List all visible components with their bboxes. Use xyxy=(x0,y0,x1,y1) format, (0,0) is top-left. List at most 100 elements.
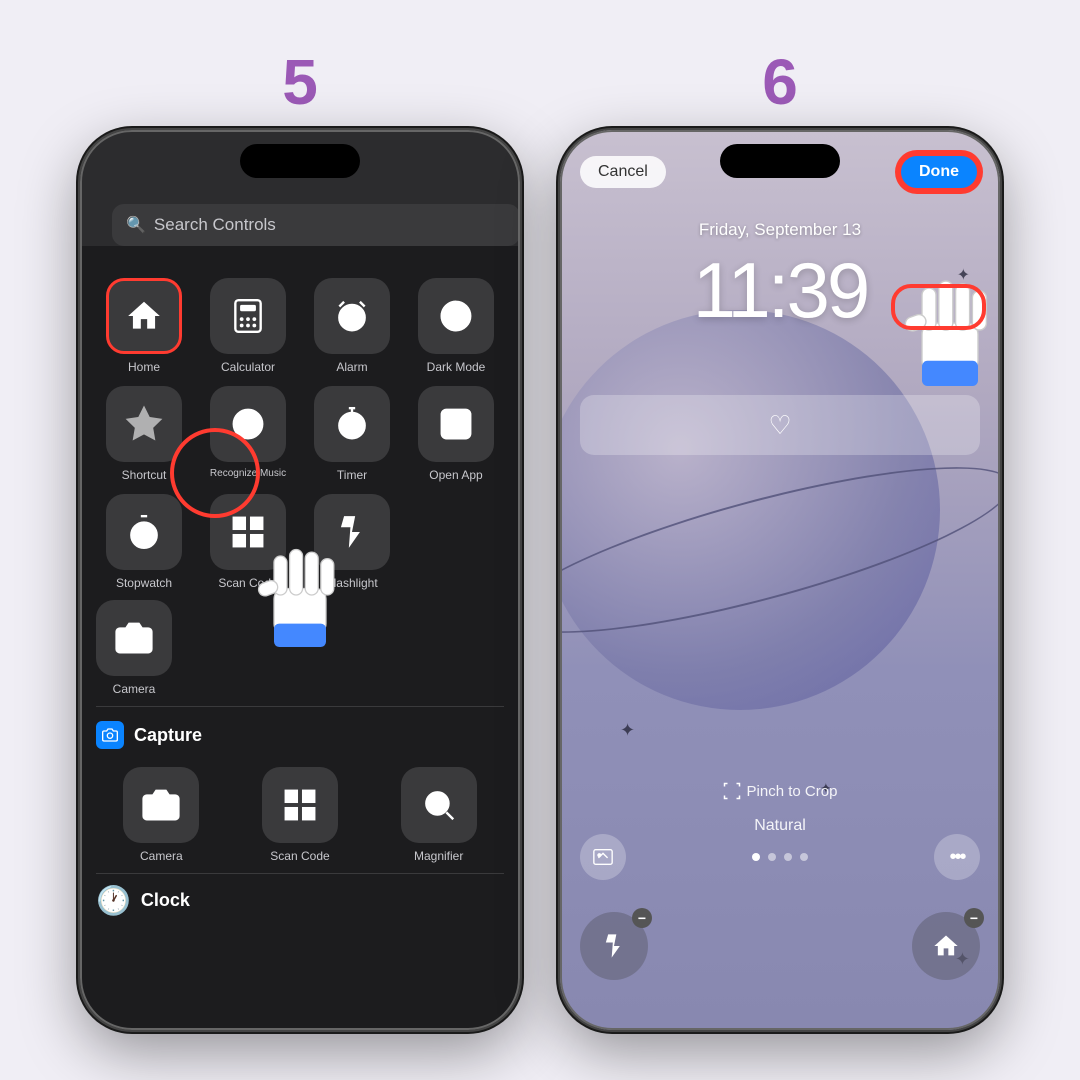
capture-camera[interactable]: Camera xyxy=(96,767,227,863)
scan-icon-wrap xyxy=(210,494,286,570)
control-timer[interactable]: Timer xyxy=(304,386,400,482)
capture-icon xyxy=(102,727,118,743)
home-icon-wrap xyxy=(106,278,182,354)
more-dots-icon: ••• xyxy=(949,846,964,869)
music-label: Recognize Music xyxy=(210,468,286,479)
phone6-screen: ✦ ✦ ✦ ✦ Cancel Done Friday, September 13… xyxy=(560,130,1000,1030)
darkmode-label: Dark Mode xyxy=(427,360,486,374)
openapp-icon xyxy=(437,405,475,443)
calculator-icon xyxy=(229,297,267,335)
main-container: 5 🔍 Search Controls xyxy=(0,0,1080,1080)
control-shortcut[interactable]: Shortcut xyxy=(96,386,192,482)
openapp-label: Open App xyxy=(429,468,482,482)
camera-main-icon xyxy=(115,619,153,657)
control-music[interactable]: Recognize Music xyxy=(200,386,296,482)
dot2 xyxy=(768,853,776,861)
lock-widget: ♡ xyxy=(580,395,980,455)
capture-section-icon xyxy=(96,721,124,749)
widget-flashlight-icon xyxy=(600,932,628,960)
dynamic-island-5 xyxy=(240,144,360,178)
natural-text: Natural xyxy=(560,817,1000,835)
control-openapp[interactable]: Open App xyxy=(408,386,504,482)
lock-time: 11:39 xyxy=(560,245,1000,336)
step6-section: 6 ✦ ✦ ✦ ✦ Cancel Done xyxy=(560,50,1000,1030)
scan-icon xyxy=(229,513,267,551)
done-button[interactable]: Done xyxy=(898,153,980,191)
widget-home-icon xyxy=(932,932,960,960)
capture-camera-wrap xyxy=(123,767,199,843)
control-home[interactable]: Home xyxy=(96,278,192,374)
step5-number: 5 xyxy=(282,50,318,114)
home-icon xyxy=(125,297,163,335)
widget-minus-flashlight: − xyxy=(632,908,652,928)
control-flashlight[interactable]: Flashlight xyxy=(304,494,400,590)
clock-icon: 🕐 xyxy=(96,884,131,917)
gallery-icon xyxy=(592,846,614,868)
calculator-label: Calculator xyxy=(221,360,275,374)
capture-camera-label: Camera xyxy=(140,849,183,863)
dot4 xyxy=(800,853,808,861)
cancel-button[interactable]: Cancel xyxy=(580,156,666,188)
flashlight-icon-wrap xyxy=(314,494,390,570)
control-stopwatch[interactable]: Stopwatch xyxy=(96,494,192,590)
widget-home[interactable]: − xyxy=(912,912,980,980)
darkmode-icon xyxy=(437,297,475,335)
pinch-label: Pinch to Crop xyxy=(747,783,838,800)
calculator-icon-wrap xyxy=(210,278,286,354)
scan-label: Scan Code xyxy=(218,576,277,590)
shortcut-icon xyxy=(125,405,163,443)
darkmode-icon-wrap xyxy=(418,278,494,354)
step6-number: 6 xyxy=(762,50,798,114)
camera-main-label: Camera xyxy=(113,682,156,696)
crop-icon xyxy=(723,782,741,800)
capture-camera-icon xyxy=(142,786,180,824)
alarm-label: Alarm xyxy=(336,360,367,374)
capture-scan-icon xyxy=(281,786,319,824)
home-label: Home xyxy=(128,360,160,374)
phone6: ✦ ✦ ✦ ✦ Cancel Done Friday, September 13… xyxy=(560,130,1000,1030)
control-scan[interactable]: Scan Code xyxy=(200,494,296,590)
dot3 xyxy=(784,853,792,861)
capture-grid: Camera Scan Code Magnifier xyxy=(80,757,520,873)
style-more-icon[interactable]: ••• xyxy=(934,834,980,880)
capture-magnifier[interactable]: Magnifier xyxy=(373,767,504,863)
control-calculator[interactable]: Calculator xyxy=(200,278,296,374)
alarm-icon-wrap xyxy=(314,278,390,354)
clock-section: 🕐 Clock xyxy=(80,874,520,927)
timer-label: Timer xyxy=(337,468,367,482)
search-icon: 🔍 xyxy=(126,215,146,235)
controls-grid: Home Calculator xyxy=(80,268,520,600)
control-camera-main[interactable]: Camera xyxy=(96,600,172,696)
stopwatch-label: Stopwatch xyxy=(116,576,172,590)
search-bar[interactable]: 🔍 Search Controls xyxy=(112,204,520,246)
capture-magnifier-wrap xyxy=(401,767,477,843)
music-icon-wrap xyxy=(210,386,286,462)
step5-section: 5 🔍 Search Controls xyxy=(80,50,520,1030)
control-alarm[interactable]: Alarm xyxy=(304,278,400,374)
widget-minus-home: − xyxy=(964,908,984,928)
control-darkmode[interactable]: Dark Mode xyxy=(408,278,504,374)
capture-scan-wrap xyxy=(262,767,338,843)
bottom-widgets: − − xyxy=(580,912,980,980)
magnifier-label: Magnifier xyxy=(414,849,463,863)
capture-label: Capture xyxy=(134,725,202,746)
timer-icon xyxy=(333,405,371,443)
flashlight-label: Flashlight xyxy=(326,576,377,590)
camera-main-icon-wrap xyxy=(96,600,172,676)
capture-scan[interactable]: Scan Code xyxy=(235,767,366,863)
capture-scan-label: Scan Code xyxy=(270,849,329,863)
alarm-icon xyxy=(333,297,371,335)
search-placeholder: Search Controls xyxy=(154,215,276,235)
pinch-text: Pinch to Crop xyxy=(560,782,1000,800)
widget-flashlight[interactable]: − xyxy=(580,912,648,980)
stopwatch-icon xyxy=(125,513,163,551)
style-gallery-icon[interactable] xyxy=(580,834,626,880)
style-row: ••• xyxy=(580,834,980,880)
openapp-icon-wrap xyxy=(418,386,494,462)
lock-date: Friday, September 13 xyxy=(560,220,1000,240)
phone5-screen: 🔍 Search Controls Home xyxy=(80,130,520,1030)
stopwatch-icon-wrap xyxy=(106,494,182,570)
timer-icon-wrap xyxy=(314,386,390,462)
flashlight-icon xyxy=(333,513,371,551)
clock-label: Clock xyxy=(141,890,190,911)
